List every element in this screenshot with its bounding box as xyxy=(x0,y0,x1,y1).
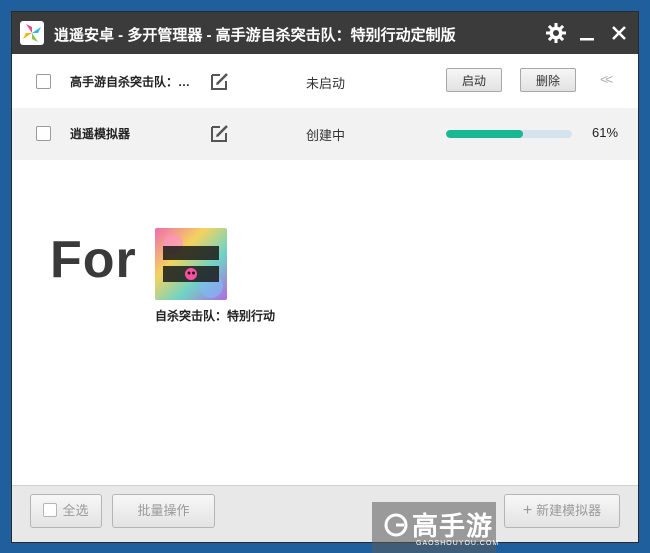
instance-name: 逍遥模拟器 xyxy=(70,127,131,141)
progress-fill xyxy=(446,130,523,138)
window-title: 逍遥安卓 - 多开管理器 - 高手游自杀突击队：特别行动定制版 xyxy=(54,27,456,44)
delete-button[interactable]: 删除 xyxy=(520,68,576,92)
close-icon[interactable] xyxy=(607,21,631,45)
watermark-sub: GAOSHOUYOU.COM xyxy=(416,540,500,547)
suicide-squad-game-icon xyxy=(155,228,227,300)
watermark-text: 高手游 xyxy=(412,511,494,541)
watermark-logo-icon xyxy=(384,513,408,537)
new-emulator-button[interactable]: + 新建模拟器 xyxy=(504,494,620,528)
select-all-label: 全选 xyxy=(62,503,89,518)
instance-status: 未启动 xyxy=(306,76,346,91)
footer-bar: 全选 批量操作 + 新建模拟器 xyxy=(12,485,638,542)
game-caption: 自杀突击队：特别行动 xyxy=(155,309,276,323)
app-logo-icon xyxy=(20,21,44,45)
watermark: 高手游 GAOSHOUYOU.COM xyxy=(372,502,500,553)
start-button[interactable]: 启动 xyxy=(446,68,502,92)
minimize-icon[interactable] xyxy=(575,21,599,45)
instance-name: 高手游自杀突击队：… xyxy=(70,75,191,89)
instance-row: 高手游自杀突击队：… 未启动 启动 删除 << xyxy=(12,56,638,108)
select-all-button[interactable]: 全选 xyxy=(30,494,102,528)
progress-percent: 61% xyxy=(592,125,619,140)
multi-instance-manager-window: 逍遥安卓 - 多开管理器 - 高手游自杀突击队：特别行动定制版 高手游自杀突击队… xyxy=(12,12,638,542)
instance-row: 逍遥模拟器 创建中 61% xyxy=(12,108,638,160)
new-emulator-label: 新建模拟器 xyxy=(536,503,602,518)
edit-icon[interactable] xyxy=(209,122,231,144)
promo-for-text: For xyxy=(50,231,137,289)
instance-status: 创建中 xyxy=(306,128,346,143)
edit-icon[interactable] xyxy=(209,70,231,92)
plus-icon: + xyxy=(522,502,533,519)
instance-checkbox[interactable] xyxy=(36,74,51,89)
select-all-checkbox[interactable] xyxy=(43,503,58,517)
batch-operation-button[interactable]: 批量操作 xyxy=(112,494,215,528)
title-bar[interactable]: 逍遥安卓 - 多开管理器 - 高手游自杀突击队：特别行动定制版 xyxy=(12,12,638,54)
creation-progress-bar xyxy=(446,130,572,138)
collapse-icon[interactable]: << xyxy=(600,71,613,87)
instance-checkbox[interactable] xyxy=(36,126,51,141)
gear-icon[interactable] xyxy=(544,21,568,45)
